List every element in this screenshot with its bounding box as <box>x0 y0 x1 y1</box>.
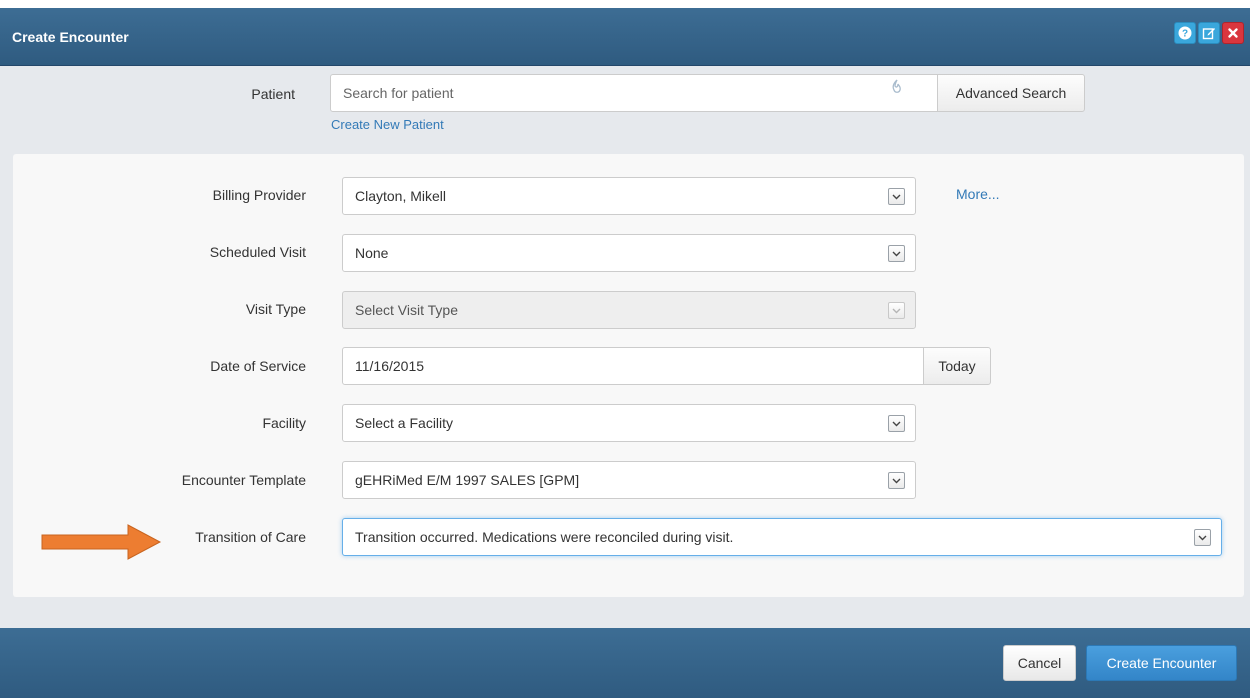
encounter-template-value: gEHRiMed E/M 1997 SALES [GPM] <box>355 472 580 488</box>
loading-flame-icon <box>892 79 901 93</box>
svg-text:?: ? <box>1182 29 1188 40</box>
today-button[interactable]: Today <box>923 347 991 385</box>
chevron-down-icon <box>888 302 905 319</box>
chevron-down-icon <box>1194 529 1211 546</box>
edit-icon <box>1202 28 1215 40</box>
facility-select[interactable]: Select a Facility <box>342 404 916 442</box>
create-encounter-button[interactable]: Create Encounter <box>1086 645 1237 681</box>
create-new-patient-link[interactable]: Create New Patient <box>331 117 444 132</box>
scheduled-visit-select[interactable]: None <box>342 234 916 272</box>
edit-button[interactable] <box>1198 22 1220 44</box>
more-providers-link[interactable]: More... <box>956 186 1000 202</box>
billing-provider-value: Clayton, Mikell <box>355 188 447 204</box>
visit-type-label: Visit Type <box>245 301 306 317</box>
billing-provider-label: Billing Provider <box>212 187 306 203</box>
chevron-down-icon <box>888 188 905 205</box>
encounter-template-select[interactable]: gEHRiMed E/M 1997 SALES [GPM] <box>342 461 916 499</box>
chevron-down-icon <box>888 472 905 489</box>
advanced-search-button[interactable]: Advanced Search <box>937 74 1085 112</box>
patient-label: Patient <box>251 86 295 102</box>
transition-of-care-label: Transition of Care <box>195 529 306 545</box>
visit-type-select: Select Visit Type <box>342 291 916 329</box>
chevron-down-icon <box>888 245 905 262</box>
dialog-title: Create Encounter <box>12 29 129 45</box>
window-top-strip <box>0 0 1250 8</box>
encounter-template-label: Encounter Template <box>181 472 306 488</box>
transition-of-care-value: Transition occurred. Medications were re… <box>355 529 734 545</box>
patient-search-input[interactable] <box>330 74 938 112</box>
close-icon <box>1228 28 1238 38</box>
dialog-header: Create Encounter ? <box>0 8 1250 66</box>
chevron-down-icon <box>888 415 905 432</box>
header-button-group: ? <box>1174 22 1244 44</box>
patient-search-row: Patient Advanced Search Create New Patie… <box>0 66 1250 154</box>
cancel-button[interactable]: Cancel <box>1003 645 1076 681</box>
billing-provider-select[interactable]: Clayton, Mikell <box>342 177 916 215</box>
close-button[interactable] <box>1222 22 1244 44</box>
help-icon: ? <box>1178 26 1192 40</box>
facility-value: Select a Facility <box>355 415 454 431</box>
scheduled-visit-value: None <box>355 245 389 261</box>
help-button[interactable]: ? <box>1174 22 1196 44</box>
transition-of-care-select[interactable]: Transition occurred. Medications were re… <box>342 518 1222 556</box>
scheduled-visit-label: Scheduled Visit <box>209 244 306 260</box>
facility-label: Facility <box>262 415 306 431</box>
date-of-service-label: Date of Service <box>210 358 306 374</box>
date-of-service-input[interactable] <box>342 347 924 385</box>
visit-type-value: Select Visit Type <box>355 302 458 318</box>
